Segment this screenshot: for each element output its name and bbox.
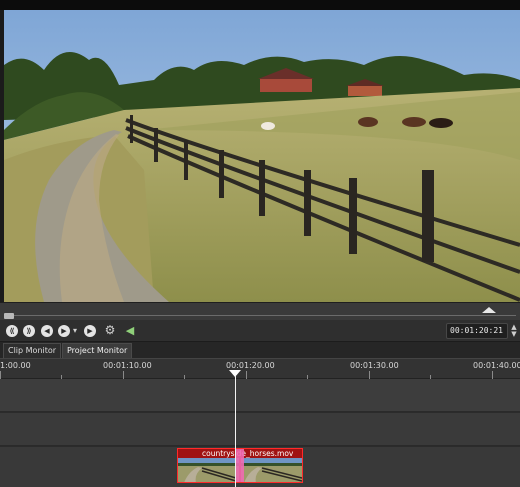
ruler-tick [492, 371, 493, 379]
tab-clip-monitor[interactable]: Clip Monitor [3, 343, 62, 358]
video-preview [4, 10, 520, 302]
monitor-tab-bar: Clip Monitor Project Monitor [0, 342, 520, 359]
timeline-clip[interactable]: countryside_horses.mov [177, 448, 303, 483]
zone-marker[interactable] [4, 313, 14, 319]
ruler-label: 00:01:40.00 [473, 361, 520, 370]
volume-speaker-icon[interactable]: ◀ [124, 325, 136, 337]
clip-name: countryside_horses.mov [202, 449, 294, 458]
ruler-label: 00:01:30.00 [350, 361, 399, 370]
transport-toolbar: ⟪ ⟫ ◀ ▶ ▾ ▶ ⚙ ◀ 00:01:20:21 ▲ ▼ [0, 320, 520, 342]
ruler-label: 00:01:10.00 [103, 361, 152, 370]
ruler-label: 1:00.00 [0, 361, 31, 370]
tab-project-monitor[interactable]: Project Monitor [62, 343, 133, 358]
seek-track [4, 315, 516, 316]
ruler-tick [369, 371, 370, 379]
forward-button[interactable]: ▶ [84, 325, 96, 337]
timeline-track[interactable] [0, 379, 520, 412]
play-options-chevron-down-icon[interactable]: ▾ [71, 326, 79, 336]
clip-marker [236, 449, 244, 482]
timeline-playhead-line [235, 376, 236, 487]
ruler-tick [246, 371, 247, 379]
play-button[interactable]: ▶ [58, 325, 70, 337]
timeline-ruler[interactable]: 1:00.00 00:01:10.00 00:01:20.00 00:01:30… [0, 359, 520, 379]
monitor-top-border [0, 0, 520, 10]
monitor-seek-bar[interactable] [0, 302, 520, 320]
timeline-track[interactable] [0, 413, 520, 446]
set-zone-end-button[interactable]: ⟫ [23, 325, 35, 337]
set-zone-start-button[interactable]: ⟪ [6, 325, 18, 337]
settings-gear-icon[interactable]: ⚙ [104, 324, 116, 337]
ruler-label: 00:01:20.00 [226, 361, 275, 370]
monitor-position-marker[interactable] [482, 307, 496, 313]
timecode-field[interactable]: 00:01:20:21 [446, 323, 508, 339]
ruler-tick [123, 371, 124, 379]
ruler-tick [0, 371, 1, 379]
timecode-spinner[interactable]: ▲ ▼ [510, 324, 518, 338]
rewind-button[interactable]: ◀ [41, 325, 53, 337]
